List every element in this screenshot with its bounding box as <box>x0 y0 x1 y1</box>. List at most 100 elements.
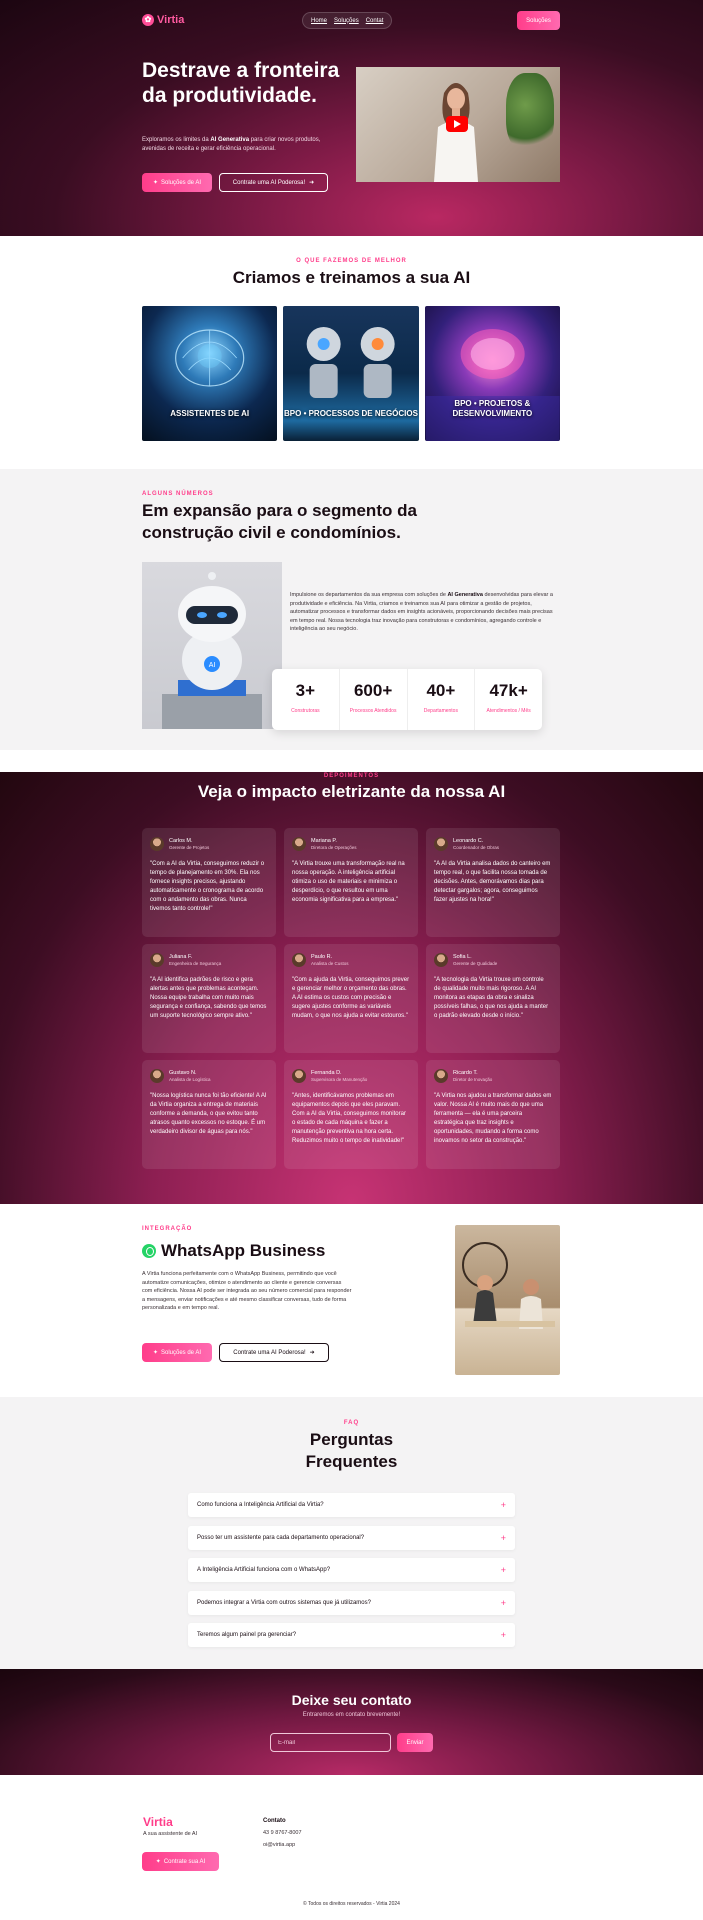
testimonials-title: Veja o impacto eletrizante da nossa AI <box>197 782 506 801</box>
plus-icon[interactable]: + <box>501 1630 506 1640</box>
testimonial-card: Paulo R. Analista de Custos "Com a ajuda d… <box>284 944 418 1053</box>
testimonial-name: Carlos M. <box>169 837 193 844</box>
testimonial-role: Analista de Custos <box>311 960 349 966</box>
nav-menu: Home Soluções Contat <box>302 12 393 29</box>
email-field[interactable] <box>270 1733 391 1752</box>
service-card-bpo-business[interactable]: BPO • PROCESSOS DE NEGÓCIOS <box>283 306 419 441</box>
footer-hire-button[interactable]: ✦ Contrate sua AI <box>142 1852 219 1871</box>
nav-solutions-button[interactable]: Soluções <box>517 11 560 30</box>
services-title: Criamos e treinamos a sua AI <box>232 268 471 287</box>
stat-label: Atendimentos / Mês <box>486 708 531 714</box>
faq-item[interactable]: Teremos algum painel pra gerenciar? + <box>188 1623 515 1647</box>
testimonial-role: Supervisora de Manutenção <box>311 1076 368 1082</box>
testimonial-card: Mariana P. Diretora de Operações "A Virtia… <box>284 828 418 937</box>
hero-section <box>0 0 703 236</box>
whatsapp-title-text: WhatsApp Business <box>161 1241 326 1260</box>
whatsapp-description: A Virtia funciona perfeitamente com o Wh… <box>142 1271 352 1311</box>
whatsapp-title: WhatsApp Business <box>142 1241 325 1261</box>
contact-section <box>0 1669 703 1775</box>
whatsapp-hire-button[interactable]: Contrate uma AI Poderosa! ➜ <box>219 1343 329 1362</box>
faq-eyebrow: FAQ <box>343 1420 360 1426</box>
nav-link-home[interactable]: Home <box>311 18 327 24</box>
faq-question: Como funciona a Inteligência Artificial … <box>197 1502 324 1508</box>
hero-solutions-label: Soluções de AI <box>161 179 202 186</box>
testimonial-card: Sofia L. Gerente de Qualidade "A tecnologi… <box>426 944 560 1053</box>
testimonial-quote: "A Virtia trouxe uma transformação real … <box>292 861 405 903</box>
faq-item[interactable]: Posso ter um assistente para cada depart… <box>188 1525 515 1550</box>
arrow-circle-icon: ➜ <box>309 1350 315 1356</box>
testimonial-name: Fernanda D. <box>311 1069 342 1076</box>
whatsapp-hire-label: Contrate uma AI Poderosa! <box>233 1349 306 1356</box>
footer-brand[interactable]: Virtia <box>143 1815 173 1829</box>
service-card-bpo-projects[interactable]: BPO • PROJETOS & DESENVOLVIMENTO <box>424 306 560 441</box>
stat-item: 3+ Construtoras <box>272 669 340 730</box>
brand-logo[interactable]: ✿ Virtia <box>142 14 184 26</box>
hero-hire-button[interactable]: Contrate uma AI Poderosa! ➜ <box>219 173 328 192</box>
faq-question: Teremos algum painel pra gerenciar? <box>197 1632 297 1638</box>
plant-decoration <box>506 73 554 153</box>
stats-eyebrow: ALGUNS NÚMEROS <box>142 491 214 497</box>
whatsapp-solutions-button[interactable]: ✦ Soluções de AI <box>142 1343 212 1362</box>
arrow-circle-icon: ➜ <box>309 180 315 186</box>
plus-icon[interactable]: + <box>501 1565 506 1575</box>
stats-description: Impulsione os departamentos da sua empre… <box>290 591 560 634</box>
plus-icon[interactable]: + <box>501 1598 506 1608</box>
testimonials-eyebrow: DEPOIMENTOS <box>323 773 380 779</box>
faq-item[interactable]: Como funciona a Inteligência Artificial … <box>188 1493 515 1517</box>
nav-link-solutions[interactable]: Soluções <box>334 18 359 24</box>
testimonial-quote: "A Virtia nos ajudou a transformar dados… <box>434 1093 552 1144</box>
faq-item[interactable]: Podemos integrar a Virtia com outros sis… <box>188 1590 515 1615</box>
testimonial-quote: "Com a ajuda da Virtia, conseguimos prev… <box>292 977 410 1019</box>
testimonial-quote: "A AI identifica padrões de risco e gera… <box>150 977 267 1019</box>
sparkle-icon: ✦ <box>155 1859 161 1865</box>
contact-title: Deixe seu contato <box>291 1692 412 1708</box>
testimonials-grid: Carlos M. Gerente de Projetos "Com a AI da… <box>142 828 560 1169</box>
stat-item: 47k+ Atendimentos / Mês <box>475 669 542 730</box>
avatar <box>434 837 448 851</box>
sparkle-icon: ✦ <box>152 1350 158 1356</box>
whatsapp-solutions-label: Soluções de AI <box>161 1349 202 1356</box>
whatsapp-eyebrow: INTEGRAÇÃO <box>142 1226 193 1232</box>
brain-illustration <box>175 329 245 387</box>
nav-link-contact[interactable]: Contat <box>366 18 384 24</box>
service-card-assistants[interactable]: ASSISTENTES DE AI <box>142 306 278 441</box>
faq-list: Como funciona a Inteligência Artificial … <box>188 1493 515 1656</box>
testimonial-role: Coordenador de Obras <box>453 844 500 850</box>
contact-submit-button[interactable]: Enviar <box>397 1733 433 1752</box>
youtube-play-icon[interactable] <box>446 116 468 132</box>
faq-question: A Inteligência Artificial funciona com o… <box>197 1567 331 1573</box>
whatsapp-icon <box>142 1244 156 1258</box>
service-cards: ASSISTENTES DE AI BPO • PROCESSOS DE NEG… <box>142 306 560 441</box>
stat-value: 3+ <box>295 681 316 700</box>
stat-label: Departamentos <box>423 708 458 714</box>
testimonial-card: Ricardo T. Diretor de Inovação "A Virtia n… <box>426 1060 560 1169</box>
faq-question: Podemos integrar a Virtia com outros sis… <box>197 1599 371 1606</box>
testimonial-quote: "Com a AI da Virtia, conseguimos reduzir… <box>150 861 265 912</box>
robot-image: AI <box>142 562 282 729</box>
footer-phone[interactable]: 43 9 8767-8007 <box>263 1830 302 1836</box>
testimonial-name: Mariana P. <box>311 837 337 844</box>
hero-solutions-button[interactable]: ✦ Soluções de AI <box>142 173 212 192</box>
service-card-bpo-business-label: BPO • PROCESSOS DE NEGÓCIOS <box>284 409 418 418</box>
testimonial-name: Ricardo T. <box>453 1069 478 1076</box>
testimonial-name: Sofia L. <box>453 953 472 960</box>
brand-name: Virtia <box>157 14 185 26</box>
testimonial-role: Gerente de Projetos <box>169 844 210 850</box>
avatar <box>150 953 164 967</box>
testimonial-card: Fernanda D. Supervisora de Manutenção "Ant… <box>284 1060 418 1169</box>
testimonial-name: Paulo R. <box>311 953 333 960</box>
faq-item[interactable]: A Inteligência Artificial funciona com o… <box>188 1558 515 1582</box>
faq-title: Perguntas Frequentes <box>0 1429 703 1473</box>
testimonial-card: Juliana F. Engenheira de Segurança "A AI i… <box>142 944 276 1053</box>
avatar <box>434 953 448 967</box>
testimonial-role: Engenheira de Segurança <box>169 960 222 966</box>
avatar <box>292 1069 306 1083</box>
stats-desc-post: desenvolvidas para elevar a produtividad… <box>290 592 553 632</box>
hero-video[interactable] <box>356 67 560 182</box>
plus-icon[interactable]: + <box>501 1500 506 1510</box>
stats-desc-bold: AI Generativa <box>447 592 483 598</box>
plus-icon[interactable]: + <box>501 1533 506 1543</box>
footer-email[interactable]: oi@virtia.app <box>263 1842 295 1848</box>
hero-description: Exploramos os limites da AI Generativa p… <box>142 136 342 154</box>
contact-subtitle: Entraremos em contato brevemente! <box>302 1712 401 1718</box>
